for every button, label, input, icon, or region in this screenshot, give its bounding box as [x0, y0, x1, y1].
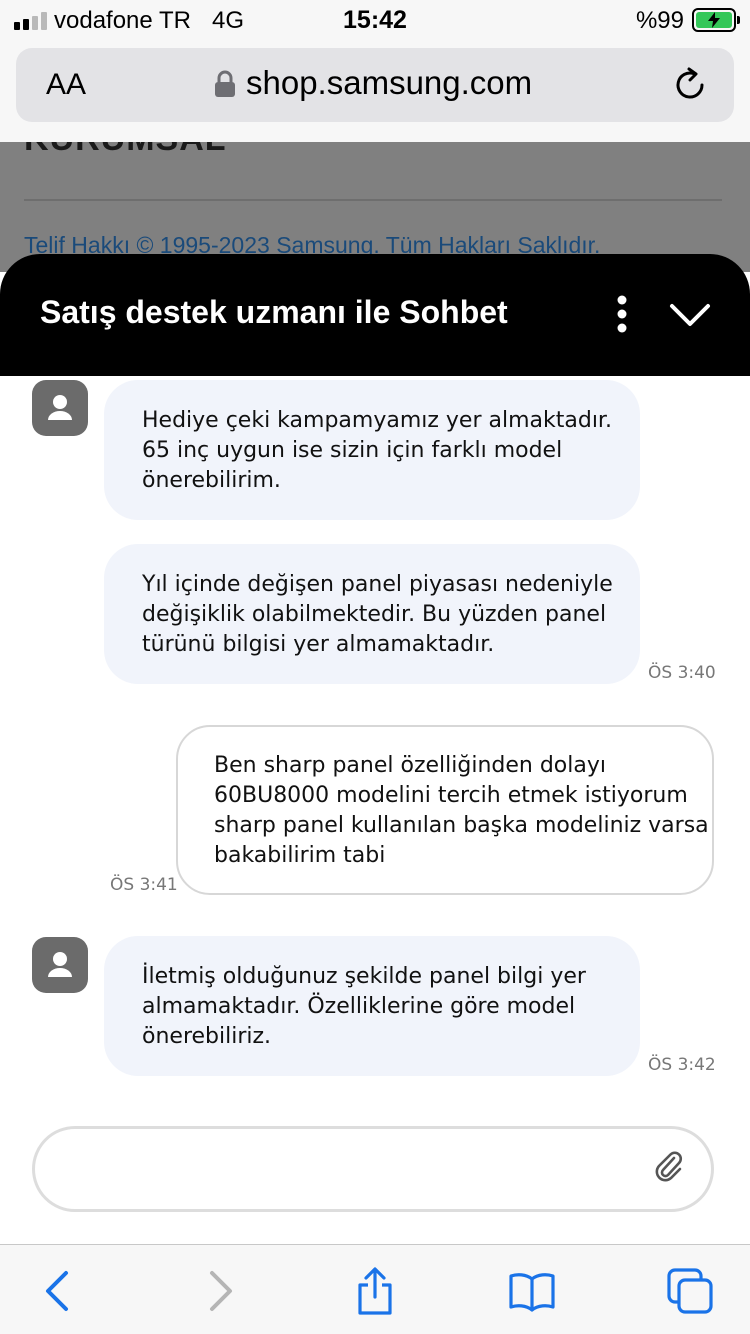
tabs-icon[interactable]	[666, 1267, 714, 1315]
browser-top-bar: AA shop.samsung.com	[0, 40, 750, 142]
message-input[interactable]	[32, 1126, 714, 1212]
message-timestamp: ÖS 3:41	[110, 875, 178, 895]
message-line: 65 inç uygun ise sizin için farklı model	[142, 438, 563, 463]
lock-icon	[215, 70, 235, 97]
status-bar: vodafone TR 4G 15:42 %99	[0, 0, 750, 40]
message-line: Yıl içinde değişen panel piyasası nedeni…	[142, 572, 613, 597]
chat-header: Satış destek uzmanı ile Sohbet	[0, 254, 750, 376]
back-icon[interactable]	[34, 1267, 82, 1315]
address-bar[interactable]: AA shop.samsung.com	[16, 48, 734, 122]
battery-percentage: %99	[635, 7, 684, 34]
message-line: İletmiş olduğunuz şekilde panel bilgi ye…	[142, 964, 586, 989]
browser-toolbar	[0, 1244, 750, 1334]
message-line: sharp panel kullanılan başka modeliniz v…	[214, 813, 709, 838]
message-line: bakabilirim tabi	[214, 843, 386, 868]
message-line: 60BU8000 modelini tercih etmek istiyorum	[214, 783, 688, 808]
message-line: önerebilirim.	[142, 468, 281, 493]
message-line: Ben sharp panel özelliğinden dolayı	[214, 753, 606, 778]
forward-icon[interactable]	[196, 1267, 244, 1315]
chat-title: Satış destek uzmanı ile Sohbet	[40, 294, 508, 330]
agent-avatar-icon	[32, 380, 88, 436]
message-line: almamaktadır. Özelliklerine göre model	[142, 994, 576, 1019]
share-icon[interactable]	[351, 1267, 399, 1315]
message-line: Hediye çeki kampamyamız yer almaktadır.	[142, 408, 612, 433]
background-page-overlay: KURUMSAL Telif Hakkı © 1995-2023 Samsung…	[0, 142, 750, 272]
reload-icon[interactable]	[672, 67, 708, 103]
bookmarks-icon[interactable]	[508, 1267, 556, 1315]
message-timestamp: ÖS 3:40	[648, 663, 716, 683]
user-message: Ben sharp panel özelliğinden dolayı 60BU…	[176, 725, 714, 895]
agent-message: Yıl içinde değişen panel piyasası nedeni…	[104, 544, 640, 684]
charging-bolt-icon	[708, 12, 720, 28]
message-line: önerebiliriz.	[142, 1024, 272, 1049]
footer-heading: KURUMSAL	[24, 142, 227, 159]
agent-message: İletmiş olduğunuz şekilde panel bilgi ye…	[104, 936, 640, 1076]
agent-avatar-icon	[32, 937, 88, 993]
message-composer	[0, 1110, 750, 1244]
battery-icon	[692, 8, 740, 32]
paperclip-icon[interactable]	[652, 1150, 686, 1184]
reader-settings-button[interactable]: AA	[46, 68, 86, 102]
message-timestamp: ÖS 3:42	[648, 1055, 716, 1075]
more-vertical-icon[interactable]	[612, 294, 632, 334]
agent-message: Hediye çeki kampamyamız yer almaktadır. …	[104, 380, 640, 520]
chevron-down-icon[interactable]	[668, 300, 712, 330]
message-line: değişiklik olabilmektedir. Bu yüzden pan…	[142, 602, 607, 627]
url-text[interactable]: shop.samsung.com	[246, 64, 532, 102]
message-line: türünü bilgisi yer almamaktadır.	[142, 632, 495, 657]
footer-divider	[24, 199, 722, 201]
chat-messages[interactable]: Hediye çeki kampamyamız yer almaktadır. …	[0, 376, 750, 1120]
